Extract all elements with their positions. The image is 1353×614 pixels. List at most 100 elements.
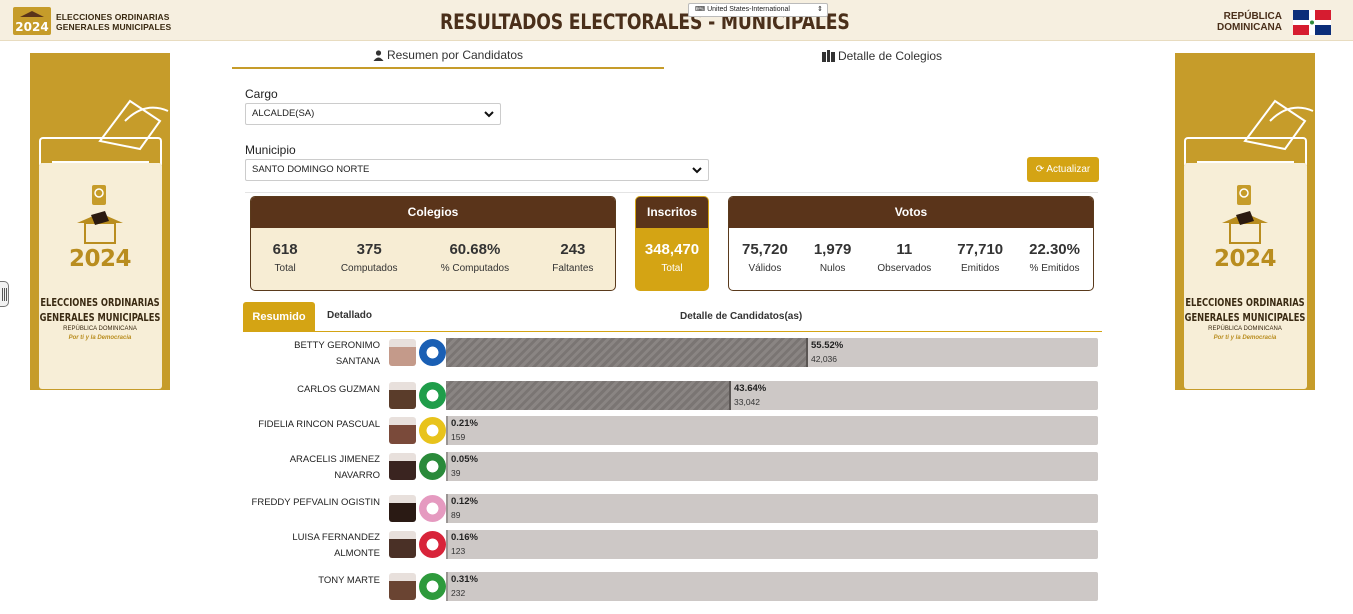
candidate-name: BETTY GERONIMO SANTANA bbox=[243, 338, 380, 370]
candidate-row: TONY MARTE 0.31% 232 bbox=[243, 570, 1102, 604]
result-bar-fill bbox=[446, 530, 448, 559]
candidate-name: LUISA FERNANDEZ ALMONTE bbox=[243, 530, 380, 562]
banner-year: 2024 bbox=[1213, 246, 1277, 272]
colegios-stat: 243 Faltantes bbox=[552, 241, 593, 274]
colegios-stat: 618 Total bbox=[273, 241, 298, 274]
municipio-select[interactable]: SANTO DOMINGO NORTE bbox=[245, 159, 709, 181]
votos-card: Votos 75,720 Válidos 1,979 Nulos 11 Observa… bbox=[728, 196, 1094, 291]
ballot-icon bbox=[77, 211, 123, 244]
party-logo-icon bbox=[419, 531, 446, 558]
candidate-row: LUISA FERNANDEZ ALMONTE 0.16% 123 bbox=[243, 528, 1102, 562]
candidate-votes: 123 bbox=[451, 546, 466, 556]
tab-detallado[interactable]: Detallado bbox=[327, 302, 372, 330]
logo-text-line1: ELECCIONES ORDINARIAS bbox=[56, 12, 170, 22]
tab-resumido[interactable]: Resumido bbox=[243, 302, 315, 332]
result-bar-fill bbox=[446, 338, 808, 367]
result-bar-fill bbox=[446, 572, 448, 601]
stat-label: % Computados bbox=[440, 263, 510, 274]
party-logo-icon bbox=[419, 417, 446, 444]
candidate-row: CARLOS GUZMAN 43.64% 33,042 bbox=[243, 379, 1102, 413]
results-subtabs: Resumido Detallado Detalle de Candidatos… bbox=[243, 302, 1102, 332]
candidate-votes: 89 bbox=[451, 510, 461, 520]
tab-detalle-colegios[interactable]: Detalle de Colegios bbox=[664, 44, 1100, 69]
candidate-row: FREDDY PEFVALIN OGISTIN 0.12% 89 bbox=[243, 492, 1102, 526]
colegios-stats: 618 Total 375 Computados 60.68% % Computado… bbox=[251, 228, 615, 274]
jce-2024-logo: 2024 bbox=[13, 7, 51, 35]
candidate-photo bbox=[389, 382, 416, 409]
banner-title-line2: GENERALES MUNICIPALES bbox=[39, 312, 161, 324]
candidate-photo bbox=[389, 417, 416, 444]
candidate-photo bbox=[389, 531, 416, 558]
inscritos-card: Inscritos 348,470 Total bbox=[635, 196, 709, 291]
banner-title: ELECCIONES ORDINARIAS GENERALES MUNICIPA… bbox=[38, 296, 161, 326]
candidate-row: BETTY GERONIMO SANTANA 55.52% 42,036 bbox=[243, 336, 1102, 370]
inscritos-card-title: Inscritos bbox=[636, 197, 708, 228]
votos-stat: 77,710 Emitidos bbox=[957, 241, 1003, 274]
cargo-label: Cargo bbox=[245, 87, 278, 101]
stat-value: 618 bbox=[272, 241, 298, 258]
inscritos-stat: 348,470 Total bbox=[645, 241, 699, 274]
stat-label: % Emitidos bbox=[1029, 263, 1080, 274]
result-bar bbox=[446, 494, 1098, 523]
candidate-votes: 39 bbox=[451, 468, 461, 478]
candidate-row: FIDELIA RINCON PASCUAL 0.21% 159 bbox=[243, 414, 1102, 448]
top-bar: 2024 ELECCIONES ORDINARIAS GENERALES MUN… bbox=[0, 0, 1353, 41]
result-bar bbox=[446, 338, 1098, 367]
candidate-photo bbox=[389, 453, 416, 480]
stat-label: Computados bbox=[340, 263, 398, 274]
stat-value: 22.30% bbox=[1029, 241, 1080, 258]
candidate-row: ARACELIS JIMENEZ NAVARRO 0.05% 39 bbox=[243, 450, 1102, 484]
left-banner: 2024 ELECCIONES ORDINARIAS GENERALES MUN… bbox=[30, 53, 170, 390]
refresh-icon: ⟳ bbox=[1035, 164, 1047, 175]
party-logo-icon bbox=[419, 573, 446, 600]
candidate-name-line1: FREDDY PEFVALIN OGISTIN bbox=[251, 497, 380, 508]
dominican-flag-icon bbox=[1293, 10, 1331, 35]
party-logo-icon bbox=[419, 495, 446, 522]
result-bar bbox=[446, 530, 1098, 559]
side-scroll-handle[interactable] bbox=[0, 281, 9, 307]
stat-value: 1,979 bbox=[813, 241, 852, 258]
candidate-photo bbox=[389, 495, 416, 522]
candidate-percent: 0.12% bbox=[451, 496, 478, 507]
banner-sub: REPÚBLICA DOMINICANA bbox=[1208, 326, 1282, 332]
banner-sub: REPÚBLICA DOMINICANA bbox=[63, 326, 137, 332]
school-icon bbox=[821, 50, 835, 62]
party-logo-icon bbox=[419, 382, 446, 409]
banner-title-line1: ELECCIONES ORDINARIAS bbox=[40, 297, 160, 309]
candidate-name-line2: ALMONTE bbox=[334, 548, 380, 559]
colegios-stat: 375 Computados bbox=[341, 241, 398, 274]
result-bar bbox=[446, 381, 1098, 410]
candidates-detail-title: Detalle de Candidatos(as) bbox=[680, 311, 803, 322]
votos-stat: 1,979 Nulos bbox=[814, 241, 852, 274]
chevron-down-icon bbox=[484, 111, 494, 118]
candidate-name-line1: CARLOS GUZMAN bbox=[297, 384, 380, 395]
candidate-name-line1: LUISA FERNANDEZ bbox=[292, 532, 380, 543]
keyboard-icon: ⌨ bbox=[695, 6, 708, 13]
candidate-name: ARACELIS JIMENEZ NAVARRO bbox=[243, 452, 380, 484]
banner-title-line1: ELECCIONES ORDINARIAS bbox=[1185, 297, 1305, 309]
candidate-name-line1: FIDELIA RINCON PASCUAL bbox=[258, 419, 380, 430]
stat-label: Válidos bbox=[748, 263, 782, 274]
votos-card-title: Votos bbox=[729, 197, 1093, 228]
candidate-votes: 232 bbox=[451, 588, 466, 598]
cargo-select-value: ALCALDE(SA) bbox=[252, 108, 315, 119]
result-bar bbox=[446, 452, 1098, 481]
stat-label: Total bbox=[661, 263, 683, 274]
candidate-photo bbox=[389, 573, 416, 600]
inscritos-stats: 348,470 Total bbox=[636, 228, 708, 274]
candidate-percent: 0.16% bbox=[451, 532, 478, 543]
country-label: REPÚBLICA DOMINICANA bbox=[1212, 11, 1282, 33]
banner-motto: Por ti y la Democracia bbox=[1213, 335, 1277, 341]
user-icon bbox=[373, 50, 384, 61]
cargo-select[interactable]: ALCALDE(SA) bbox=[245, 103, 501, 125]
update-button[interactable]: ⟳ Actualizar bbox=[1027, 157, 1099, 182]
candidate-percent: 0.21% bbox=[451, 418, 478, 429]
stat-value: 348,470 bbox=[644, 241, 700, 258]
keyboard-layout-select[interactable]: ⌨ United States-International ⇕ bbox=[688, 3, 828, 17]
tab-resumen-candidatos[interactable]: Resumen por Candidatos bbox=[232, 44, 664, 69]
candidate-name: FIDELIA RINCON PASCUAL bbox=[243, 417, 380, 433]
stat-value: 243 bbox=[560, 241, 586, 258]
candidate-name: FREDDY PEFVALIN OGISTIN bbox=[243, 495, 380, 511]
svg-text:2024: 2024 bbox=[15, 20, 48, 34]
stat-label: Emitidos bbox=[961, 263, 1000, 274]
